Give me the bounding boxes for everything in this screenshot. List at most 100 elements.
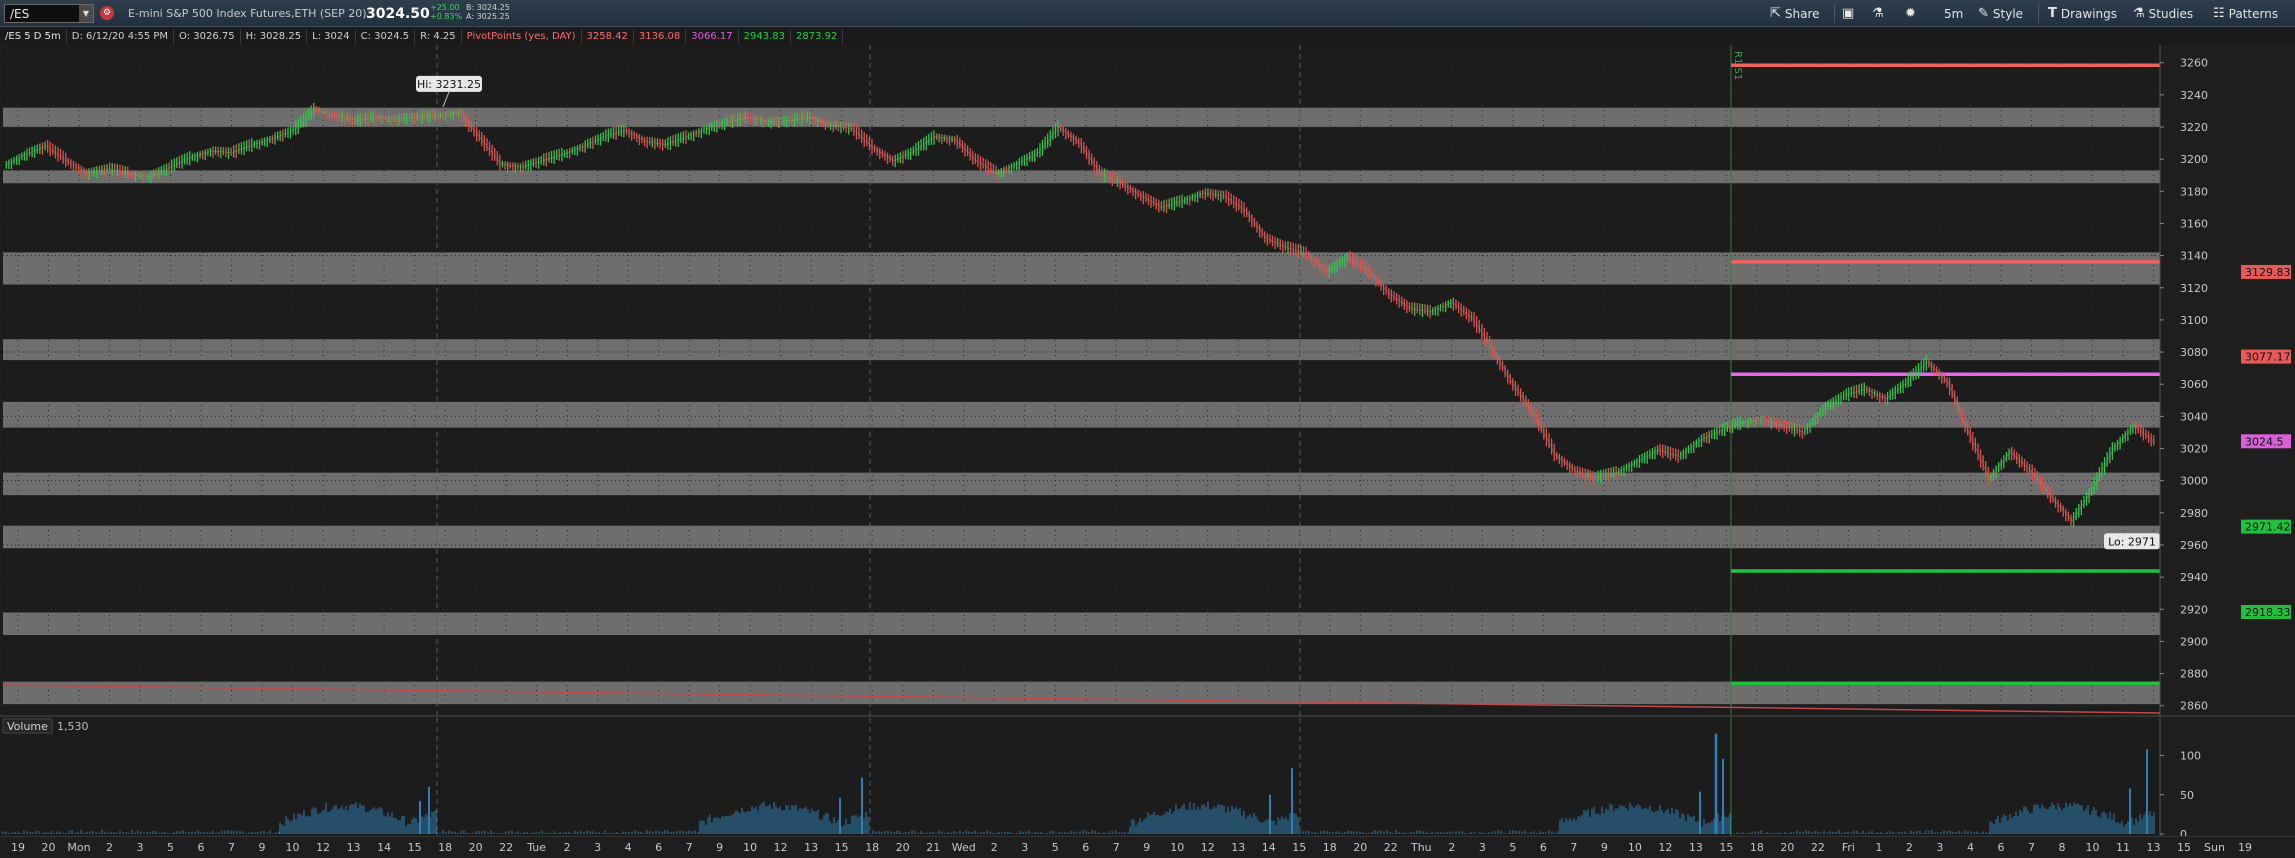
volume-axis-label: 100 <box>2180 750 2201 763</box>
low-annotation-text: Lo: 2971 <box>2108 535 2156 548</box>
price-axis-label: 3060 <box>2180 378 2208 391</box>
price-chart[interactable]: R1 S1Hi: 3231.25Lo: 29713260324032203200… <box>0 45 2295 717</box>
time-axis-label: 4 <box>625 841 632 854</box>
price-axis-label: 3160 <box>2180 217 2208 230</box>
studies-label: Studies <box>2148 6 2194 21</box>
volume-chart[interactable]: Volume 1,530 100 50 0 <box>0 718 2295 841</box>
pivot-value-cell: 3136.08 <box>634 29 687 44</box>
pivot-value-cell: 3066.17 <box>686 29 739 44</box>
time-axis-label: 5 <box>1052 841 1059 854</box>
pivot-value: 3066.17 <box>691 31 733 42</box>
snapshot-button[interactable]: ▣ <box>1838 4 1858 23</box>
time-axis-label: 20 <box>896 841 910 854</box>
time-axis-label: 9 <box>716 841 723 854</box>
price-axis-label: 2980 <box>2180 507 2208 520</box>
price-axis-label: 3220 <box>2180 121 2208 134</box>
pivot-value: 2943.83 <box>743 31 785 42</box>
time-axis-label: Sun <box>2204 841 2225 854</box>
time-axis-label: 6 <box>1540 841 1547 854</box>
support-resistance-zone <box>3 339 2160 361</box>
low-annotation: Lo: 2971 <box>2104 533 2160 550</box>
time-axis-label: 12 <box>1658 841 1672 854</box>
price-axis-label: 3080 <box>2180 346 2208 359</box>
time-axis-label: 13 <box>2146 841 2160 854</box>
chart-id[interactable]: /ES 5 D 5m <box>0 29 67 44</box>
price-axis-label: 2940 <box>2180 571 2208 584</box>
time-axis-label: Fri <box>1842 841 1855 854</box>
settings-button[interactable]: ✹ <box>1901 4 1920 23</box>
time-axis-label: 12 <box>316 841 330 854</box>
price-axis-badge-text: 3129.83 <box>2245 266 2291 279</box>
interval-label: 5m <box>1944 6 1964 21</box>
time-axis-label: 18 <box>1750 841 1764 854</box>
lab-button[interactable]: ⚗ <box>1868 4 1888 23</box>
time-axis-label: 3 <box>1479 841 1486 854</box>
time-axis-label: 6 <box>655 841 662 854</box>
price-axis-badge-text: 3024.5 <box>2245 435 2284 448</box>
time-axis-label: 10 <box>1628 841 1642 854</box>
pivot-value-cell: 2873.92 <box>791 29 844 44</box>
time-axis-label: 3 <box>1021 841 1028 854</box>
price-axis-label: 3240 <box>2180 89 2208 102</box>
pivot-value: 3136.08 <box>638 31 681 42</box>
patterns-button[interactable]: ☷ Patterns <box>2209 4 2282 23</box>
time-axis-label: 6 <box>1997 841 2004 854</box>
time-axis-label: 18 <box>865 841 879 854</box>
time-axis-label: 10 <box>743 841 757 854</box>
time-axis-label: 19 <box>11 841 25 854</box>
support-resistance-zone <box>3 472 2160 496</box>
time-axis-label: 11 <box>2116 841 2130 854</box>
time-axis-label: 13 <box>347 841 361 854</box>
time-axis-label: 9 <box>1143 841 1150 854</box>
time-axis-label: 15 <box>1719 841 1733 854</box>
symbol-description: E-mini S&P 500 Index Futures,ETH (SEP 20… <box>128 7 367 20</box>
share-label: Share <box>1784 6 1820 21</box>
time-axis-label: 8 <box>2058 841 2065 854</box>
time-axis-label: 3 <box>1936 841 1943 854</box>
volume-value: 1,530 <box>57 720 89 733</box>
chevron-down-icon[interactable]: ▼ <box>79 5 93 22</box>
symbol-selector[interactable]: /ES ▼ <box>4 4 94 23</box>
symbol-text[interactable]: /ES <box>5 7 79 21</box>
studies-button[interactable]: ⚗ Studies <box>2129 4 2197 23</box>
time-axis-label: 13 <box>804 841 818 854</box>
time-axis-label: Tue <box>526 841 546 854</box>
chart-header-row: /ES 5 D 5m D: 6/12/20 4:55 PM O: 3026.75… <box>0 28 2295 45</box>
volume-panel[interactable]: Volume 1,530 100 50 0 <box>0 718 2295 841</box>
time-axis-label: 22 <box>499 841 513 854</box>
price-axis-label: 3020 <box>2180 443 2208 456</box>
study-name[interactable]: PivotPoints (yes, DAY) <box>462 29 582 44</box>
price-axis-label: 3180 <box>2180 185 2208 198</box>
time-axis-label: 20 <box>1780 841 1794 854</box>
price-axis-label: 3100 <box>2180 314 2208 327</box>
time-axis-label: 14 <box>377 841 391 854</box>
time-axis-label: 13 <box>1231 841 1245 854</box>
drawings-button[interactable]: T Drawings <box>2044 4 2121 23</box>
drawings-label: Drawings <box>2060 6 2118 21</box>
time-axis-label: 1 <box>1875 841 1882 854</box>
time-axis-label: 5 <box>167 841 174 854</box>
interval-button[interactable]: 5m <box>1940 4 1967 23</box>
time-axis[interactable]: 19 20 Mon 2 3 5 6 7 9 10 12 13 14 15 18 20 22 Tue 2 3 4 6 7 9 10… <box>0 835 2295 858</box>
style-icon: ✎ <box>1978 6 1989 21</box>
net-change: +25.00 +0.83% <box>430 3 462 21</box>
time-axis-label: 5 <box>1509 841 1516 854</box>
flask-icon: ⚗ <box>1872 6 1884 21</box>
volume-axis-background <box>2160 718 2295 836</box>
time-axis-chart[interactable]: 19 20 Mon 2 3 5 6 7 9 10 12 13 14 15 18 20 22 Tue 2 3 4 6 7 9 10… <box>0 835 2295 858</box>
patterns-label: Patterns <box>2228 6 2279 21</box>
pivot-value: 2873.92 <box>795 31 838 42</box>
price-axis-label: 3040 <box>2180 410 2208 423</box>
sun-gear-icon: ✹ <box>1905 6 1916 21</box>
support-resistance-zone <box>3 401 2160 428</box>
style-button[interactable]: ✎ Style <box>1974 4 2027 23</box>
price-chart-panel[interactable]: R1 S1Hi: 3231.25Lo: 29713260324032203200… <box>0 45 2295 717</box>
symbol-settings-icon[interactable]: ⚙ <box>100 6 114 20</box>
time-axis-label: 12 <box>774 841 788 854</box>
price-axis-label: 2880 <box>2180 668 2208 681</box>
time-axis-label: 2 <box>1906 841 1913 854</box>
share-button[interactable]: ⇱ Share <box>1766 4 1824 23</box>
price-axis-label: 3140 <box>2180 250 2208 263</box>
toolbar-divider <box>2038 4 2039 23</box>
time-axis-label: 7 <box>686 841 693 854</box>
